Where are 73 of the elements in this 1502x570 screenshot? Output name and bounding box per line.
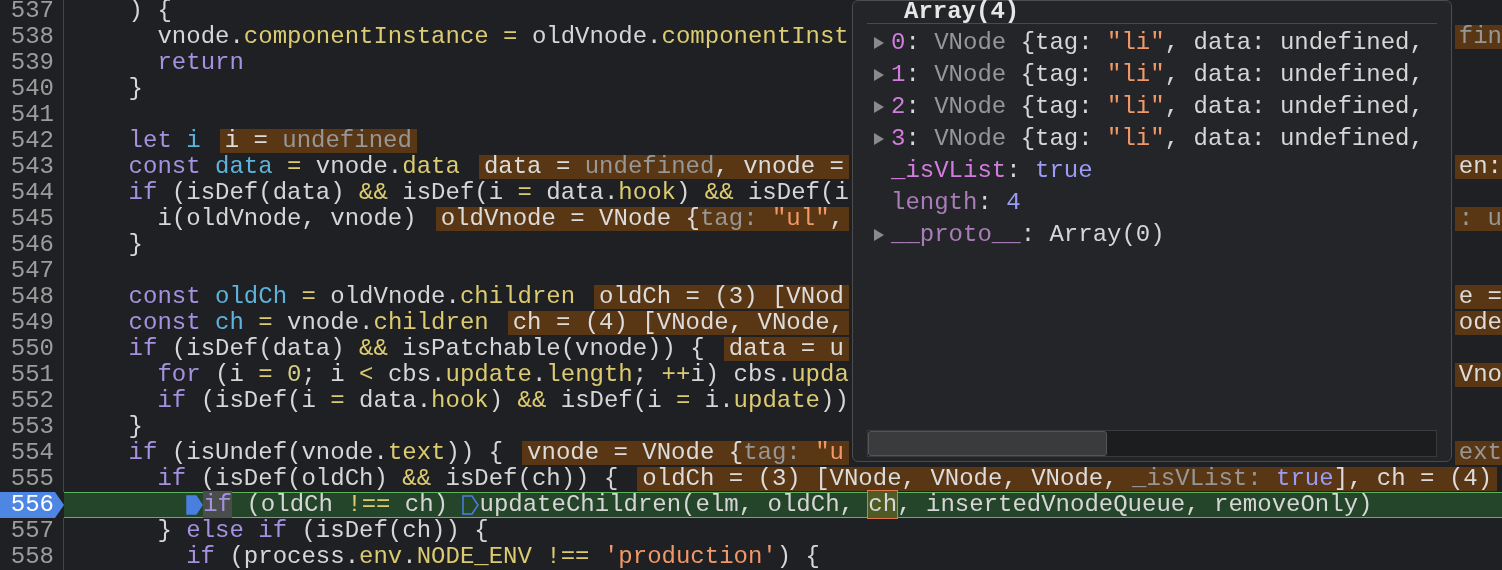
- line-number: 537: [0, 0, 64, 24]
- code-text: return: [157, 50, 244, 76]
- property-entry: length: 4: [891, 188, 1021, 218]
- inline-value: data = u: [723, 337, 849, 361]
- line-number: 552: [0, 388, 64, 414]
- inline-value: ode: [1454, 311, 1502, 335]
- code-text: const ch = vnode.children: [128, 310, 489, 336]
- code-text: if (process.env.NODE_ENV !== 'production') {: [186, 544, 820, 570]
- line-number: 543: [0, 154, 64, 180]
- inline-value: ext: [1454, 441, 1502, 465]
- line-number: 542: [0, 128, 64, 154]
- inline-value: oldCh = (3) [VNod: [594, 285, 849, 309]
- expand-icon[interactable]: [873, 36, 885, 50]
- line-number: 551: [0, 362, 64, 388]
- line-number: 554: [0, 440, 64, 466]
- expand-icon[interactable]: [873, 100, 885, 114]
- code-text: if (isUndef(vnode.text)) {: [128, 440, 504, 466]
- property-entry: 3: VNode {tag: "li", data: undefined,: [891, 124, 1424, 154]
- code-text: if (isDef(data) && isDef(i = data.hook) && isDef(i: [128, 180, 849, 206]
- horizontal-scrollbar[interactable]: [867, 430, 1437, 457]
- property-entry: 1: VNode {tag: "li", data: undefined,: [891, 60, 1424, 90]
- code-text: } else if (isDef(ch)) {: [157, 518, 489, 544]
- inline-value: vnode = VNode {tag: "u: [522, 441, 849, 465]
- line-number: 548: [0, 284, 64, 310]
- code-text: if (isDef(oldCh) && isDef(ch)) {: [157, 466, 619, 492]
- line-number: 547: [0, 258, 64, 284]
- inline-value: en:: [1454, 155, 1502, 179]
- property-entry: __proto__: Array(0): [891, 220, 1165, 250]
- line-number: 558: [0, 544, 64, 570]
- inline-value: oldCh = (3) [VNode, VNode, VNode, _isVList: true], ch = (4): [637, 467, 1498, 491]
- expand-icon[interactable]: [873, 228, 885, 242]
- code-text: }: [128, 414, 143, 440]
- code-text: updateChildren(elm, oldCh, ch, insertedVnodeQueue, removeOnly): [479, 492, 1373, 518]
- inline-value: : u: [1454, 207, 1502, 231]
- code-text: const data = vnode.data: [128, 154, 460, 180]
- inline-value: Vno: [1454, 363, 1502, 387]
- code-text: }: [128, 232, 143, 258]
- line-number: 538: [0, 24, 64, 50]
- expand-icon[interactable]: [873, 132, 885, 146]
- code-text: let i: [128, 128, 201, 154]
- inline-value: ch = (4) [VNode, VNode,: [507, 311, 849, 335]
- breakpoint-icon[interactable]: [462, 494, 480, 516]
- line-number: 540: [0, 76, 64, 102]
- code-text: i(oldVnode, vnode): [157, 206, 417, 232]
- property-entry: 2: VNode {tag: "li", data: undefined,: [891, 92, 1424, 122]
- code-text: ) {: [128, 0, 172, 24]
- property-entry: _isVList: true: [891, 156, 1093, 186]
- scrollbar-thumb[interactable]: [868, 431, 1107, 456]
- code-text: for (i = 0; i < cbs.update.length; ++i) cbs.upda: [157, 362, 849, 388]
- property-entry: 0: VNode {tag: "li", data: undefined,: [891, 28, 1424, 58]
- line-number: 541: [0, 102, 64, 128]
- line-number: 556: [0, 492, 64, 518]
- inline-value: oldVnode = VNode {tag: "ul",: [435, 207, 849, 231]
- code-text: vnode.componentInstance = oldVnode.componentInst: [157, 24, 849, 50]
- code-text: }: [128, 76, 143, 102]
- popover-title: Array(4): [903, 1, 1021, 23]
- code-text: const oldCh = oldVnode.children: [128, 284, 576, 310]
- code-text: if (isDef(data) && isPatchable(vnode)) {: [128, 336, 705, 362]
- inline-value: fin: [1454, 25, 1502, 49]
- line-number: 545: [0, 206, 64, 232]
- line-number: 549: [0, 310, 64, 336]
- line-number: 557: [0, 518, 64, 544]
- line-number: 553: [0, 414, 64, 440]
- inline-value: i = undefined: [219, 129, 417, 153]
- line-number: 539: [0, 50, 64, 76]
- line-number: 546: [0, 232, 64, 258]
- inline-value: data = undefined, vnode =: [478, 155, 849, 179]
- expand-icon[interactable]: [873, 68, 885, 82]
- code-text: if (isDef(i = data.hook) && isDef(i = i.update)): [157, 388, 849, 414]
- line-number: 550: [0, 336, 64, 362]
- inline-value: e =: [1454, 285, 1502, 309]
- line-number: 544: [0, 180, 64, 206]
- code-text: if (oldCh !== ch): [203, 492, 450, 518]
